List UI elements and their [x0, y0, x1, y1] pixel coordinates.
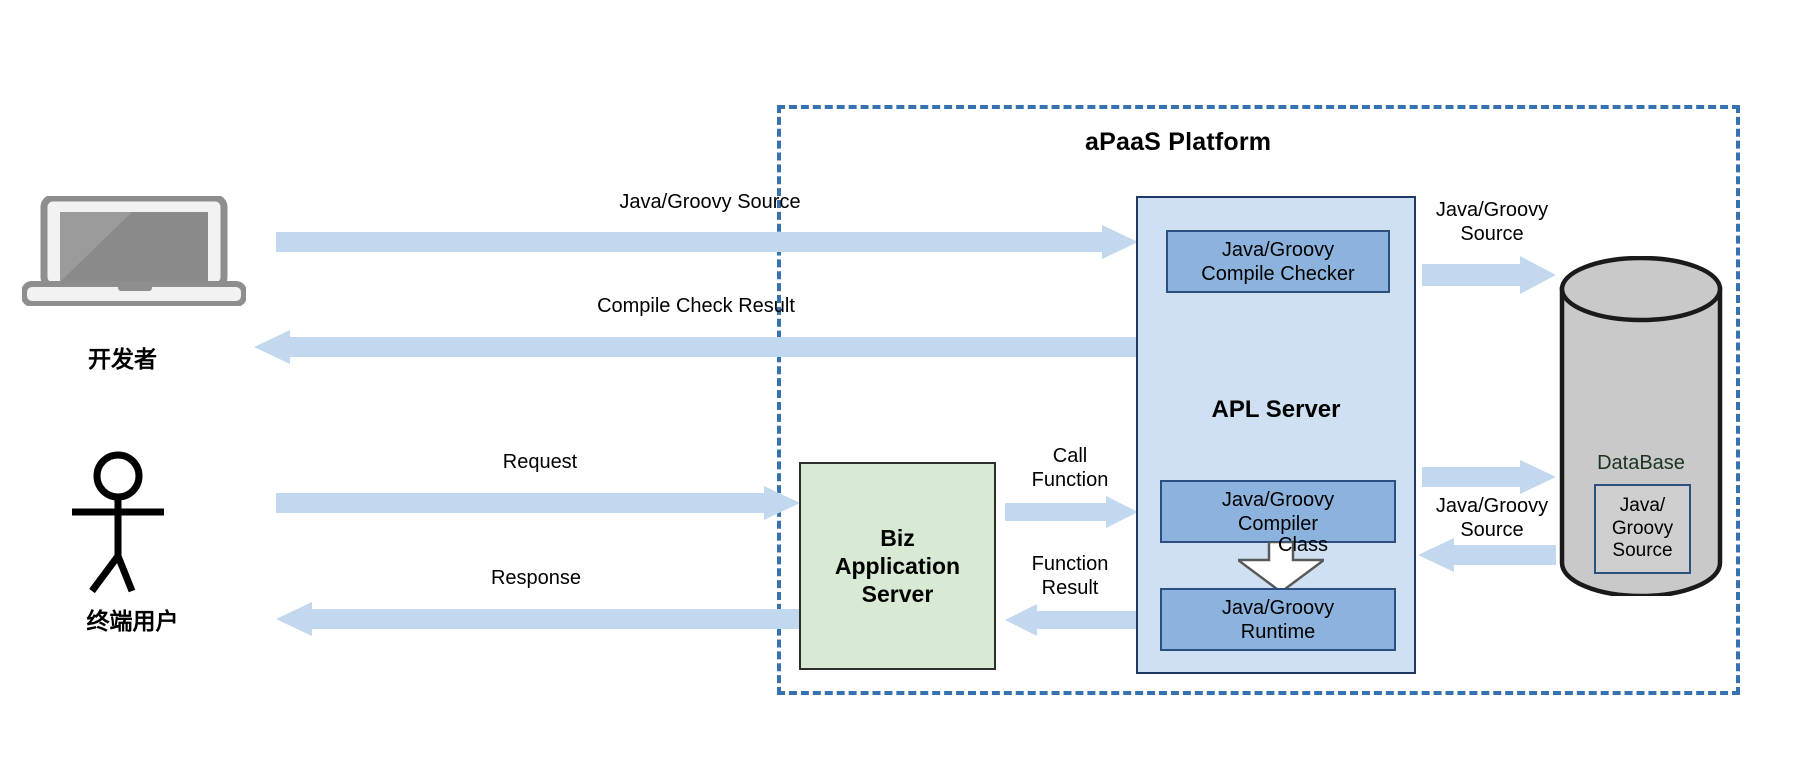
label-checker-to-db: Java/Groovy Source [1435, 199, 1549, 245]
label-apl-db-source: Java/Groovy Source [1435, 495, 1549, 541]
arrow-biz-to-apl [1005, 496, 1138, 533]
stick-figure-icon [60, 448, 205, 594]
label-user-to-biz: Request [502, 451, 578, 473]
platform-title: aPaaS Platform [1085, 128, 1272, 156]
arrow-dev-to-platform [276, 225, 1138, 264]
label-platform-to-dev: Compile Check Result [597, 295, 795, 317]
diagram-canvas: aPaaS Platform 开发者 终端用户 Java/Groovy Sour… [0, 0, 1806, 782]
database-label: DataBase [1597, 452, 1685, 474]
label-function-result: Function Result [1031, 553, 1109, 599]
end-user-label: 终端用户 [86, 608, 179, 634]
arrow-biz-to-user [276, 602, 800, 641]
label-dev-to-platform: Java/Groovy Source [619, 191, 801, 213]
arrow-db-to-apl [1418, 538, 1556, 577]
arrow-apl-to-biz [1005, 604, 1138, 641]
label-biz-to-user: Response [490, 567, 582, 589]
arrow-user-to-biz [276, 486, 800, 525]
biz-application-server-box: Biz Application Server [799, 462, 996, 670]
developer-label: 开发者 [88, 346, 157, 372]
arrow-checker-to-db [1422, 256, 1556, 299]
class-arrow-label: Class [1278, 534, 1329, 556]
java-groovy-compile-checker-box: Java/Groovy Compile Checker [1166, 230, 1390, 293]
label-call-function: Call Function [1031, 445, 1109, 491]
laptop-icon [21, 194, 247, 307]
arrow-platform-to-dev [254, 330, 1138, 369]
database-stored-source-box: Java/ Groovy Source [1594, 484, 1691, 574]
apl-server-title: APL Server [1211, 396, 1341, 423]
java-groovy-runtime-box: Java/Groovy Runtime [1160, 588, 1396, 651]
